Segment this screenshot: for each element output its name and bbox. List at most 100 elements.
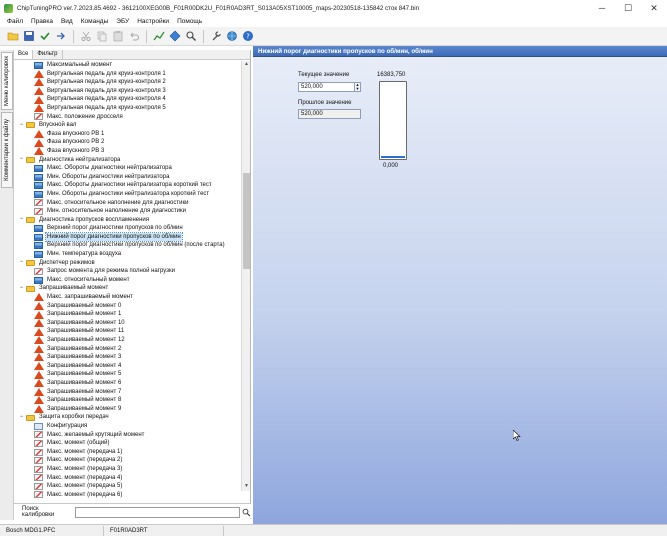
- tree-item[interactable]: Виртуальная педаль для круиз-контроля 3: [16, 87, 240, 96]
- current-value-field[interactable]: 520,000: [298, 82, 355, 92]
- menu-edit[interactable]: Правка: [27, 18, 57, 25]
- undo-button[interactable]: [127, 29, 141, 43]
- collapse-icon[interactable]: −: [18, 285, 25, 292]
- tree-item[interactable]: Макс. положение дросселя: [16, 113, 240, 122]
- close-button[interactable]: ✕: [641, 0, 667, 16]
- tree-item[interactable]: Мин. относительное наполнение для диагно…: [16, 207, 240, 216]
- tree-item[interactable]: Фаза впускного РВ 1: [16, 130, 240, 139]
- tree-item[interactable]: Мин. Обороты диагностики нейтрализатора: [16, 173, 240, 182]
- collapse-icon[interactable]: −: [18, 216, 25, 223]
- search-icon[interactable]: [242, 508, 251, 517]
- tree-folder[interactable]: − Впускной вал: [16, 121, 240, 130]
- tree-item-label: Диагностика пропусков воспламенения: [39, 216, 150, 223]
- tree-item[interactable]: Нижний порог диагностики пропусков по об…: [16, 231, 240, 243]
- scroll-down-arrow[interactable]: ▼: [242, 483, 251, 491]
- save-button[interactable]: [22, 29, 36, 43]
- help-button[interactable]: ?: [241, 29, 255, 43]
- menu-settings[interactable]: Настройки: [133, 18, 173, 25]
- tree-item[interactable]: Запрашиваемый момент 7: [16, 387, 240, 397]
- tree-item[interactable]: Макс. момент (передача 5): [16, 482, 240, 491]
- tree-item[interactable]: Макс. момент (передача 1): [16, 448, 240, 457]
- maximize-button[interactable]: ☐: [615, 0, 641, 16]
- menu-help[interactable]: Помощь: [173, 18, 206, 25]
- tree-item[interactable]: Запрашиваемый момент 6: [16, 379, 240, 388]
- tree-item[interactable]: Верхний порог диагностики пропусков по о…: [16, 224, 240, 233]
- tree-item[interactable]: Макс. момент (передача 4): [16, 474, 240, 483]
- tree-item[interactable]: Макс. относительный момент: [16, 276, 240, 285]
- tree-item[interactable]: Фаза впускного РВ 2: [16, 138, 240, 147]
- export-button[interactable]: [54, 29, 68, 43]
- tab-all[interactable]: Все: [14, 50, 34, 59]
- tab-calibrations[interactable]: Меню калибровок: [1, 52, 13, 110]
- tree-item-label: Запрашиваемый момент 7: [47, 388, 122, 395]
- copy-button[interactable]: [95, 29, 109, 43]
- value-spinner[interactable]: ▲ ▼: [354, 82, 361, 92]
- cut-button[interactable]: [79, 29, 93, 43]
- search-input[interactable]: [75, 506, 241, 518]
- tree-item[interactable]: Запрашиваемый момент 11: [16, 327, 240, 336]
- tree-item[interactable]: Запрашиваемый момент 12: [16, 336, 240, 345]
- menu-ecu[interactable]: ЭБУ: [112, 18, 133, 25]
- tools-button[interactable]: [209, 29, 223, 43]
- tree-item[interactable]: Запрашиваемый момент 9: [16, 405, 240, 414]
- search-button[interactable]: [184, 29, 198, 43]
- graph-button[interactable]: [152, 29, 166, 43]
- menu-file[interactable]: Файл: [3, 18, 27, 25]
- calibration-tree[interactable]: Максимальный момент Виртуальная педаль дл…: [16, 61, 240, 502]
- tree-item[interactable]: Мин. температура воздуха: [16, 250, 240, 259]
- tree-item[interactable]: Верхний порог диагностики пропусков по о…: [16, 241, 240, 250]
- paste-button[interactable]: [111, 29, 125, 43]
- table3d-icon: [34, 147, 44, 156]
- menu-view[interactable]: Вид: [57, 18, 77, 25]
- open-file-button[interactable]: [6, 29, 20, 43]
- tree-item[interactable]: Макс. желаемый крутящий момент: [16, 431, 240, 440]
- tree-item[interactable]: Макс. относительное наполнение для диагн…: [16, 199, 240, 208]
- tree-folder[interactable]: − Диагностика пропусков воспламенения: [16, 216, 240, 225]
- scrollbar-thumb[interactable]: [243, 173, 250, 269]
- tab-file-comments[interactable]: Комментарии к файлу: [1, 112, 13, 188]
- tree-item[interactable]: Макс. Обороты диагностики нейтрализатора: [16, 164, 240, 173]
- tree-folder[interactable]: − Запрашиваемый момент: [16, 284, 240, 293]
- update-button[interactable]: [225, 29, 239, 43]
- tree-item[interactable]: Виртуальная педаль для круиз-контроля 4: [16, 95, 240, 104]
- tree-item[interactable]: Виртуальная педаль для круиз-контроля 1: [16, 69, 240, 79]
- tree-item[interactable]: Конфигурация: [16, 422, 240, 431]
- scroll-up-arrow[interactable]: ▲: [242, 61, 251, 69]
- tree-item[interactable]: Мин. Обороты диагностики нейтрализатора …: [16, 190, 240, 199]
- collapse-icon[interactable]: −: [18, 259, 25, 266]
- tree-folder[interactable]: − Диспетчер режимов: [16, 259, 240, 268]
- tree-item[interactable]: Запрашиваемый момент 3: [16, 353, 240, 362]
- navigate-button[interactable]: [168, 29, 182, 43]
- tree-item-label: Диагностика нейтрализатора: [39, 156, 121, 163]
- menu-commands[interactable]: Команды: [77, 18, 113, 25]
- tree-item[interactable]: Запрашиваемый момент 0: [16, 301, 240, 311]
- tree-item-label: Запрашиваемый момент 6: [47, 379, 122, 386]
- tree-item[interactable]: Макс. момент (передача 3): [16, 465, 240, 474]
- tree-scrollbar[interactable]: ▲ ▼: [241, 61, 250, 491]
- tree-item[interactable]: Макс. момент (общий): [16, 439, 240, 448]
- tree-item[interactable]: Запрашиваемый момент 5: [16, 370, 240, 379]
- tree-item[interactable]: Запрашиваемый момент 4: [16, 362, 240, 371]
- tree-item[interactable]: Максимальный момент: [16, 61, 240, 70]
- tree-item[interactable]: Запрашиваемый момент 2: [16, 344, 240, 354]
- minimize-button[interactable]: ─: [589, 0, 615, 16]
- tree-item[interactable]: Запрашиваемый момент 8: [16, 396, 240, 405]
- tree-item[interactable]: Виртуальная педаль для круиз-контроля 5: [16, 104, 240, 113]
- tree-item[interactable]: Запрашиваемый момент 1: [16, 310, 240, 319]
- collapse-icon[interactable]: −: [18, 414, 25, 421]
- collapse-icon[interactable]: −: [18, 156, 25, 163]
- tree-item[interactable]: Макс. Обороты диагностики нейтрализатора…: [16, 181, 240, 190]
- collapse-icon[interactable]: −: [18, 122, 25, 129]
- tree-item[interactable]: Фаза впускного РВ 3: [16, 147, 240, 156]
- tree-item[interactable]: Макс. момент (передача 2): [16, 456, 240, 465]
- tree-item[interactable]: Запрос момента для режима полной нагрузк…: [16, 267, 240, 276]
- tree-item[interactable]: Макс. запрашиваемый момент: [16, 293, 240, 302]
- tab-filter[interactable]: Фильтр: [33, 50, 63, 59]
- tree-item[interactable]: Макс. момент (передача 6): [16, 491, 240, 500]
- tree-item[interactable]: Виртуальная педаль для круиз-контроля 2: [16, 78, 240, 87]
- tree-folder[interactable]: − Защита коробки передач: [16, 413, 240, 422]
- table3d-icon: [34, 95, 44, 104]
- tree-folder[interactable]: − Диагностика нейтрализатора: [16, 156, 240, 165]
- tree-item[interactable]: Запрашиваемый момент 10: [16, 319, 240, 328]
- checksum-button[interactable]: [38, 29, 52, 43]
